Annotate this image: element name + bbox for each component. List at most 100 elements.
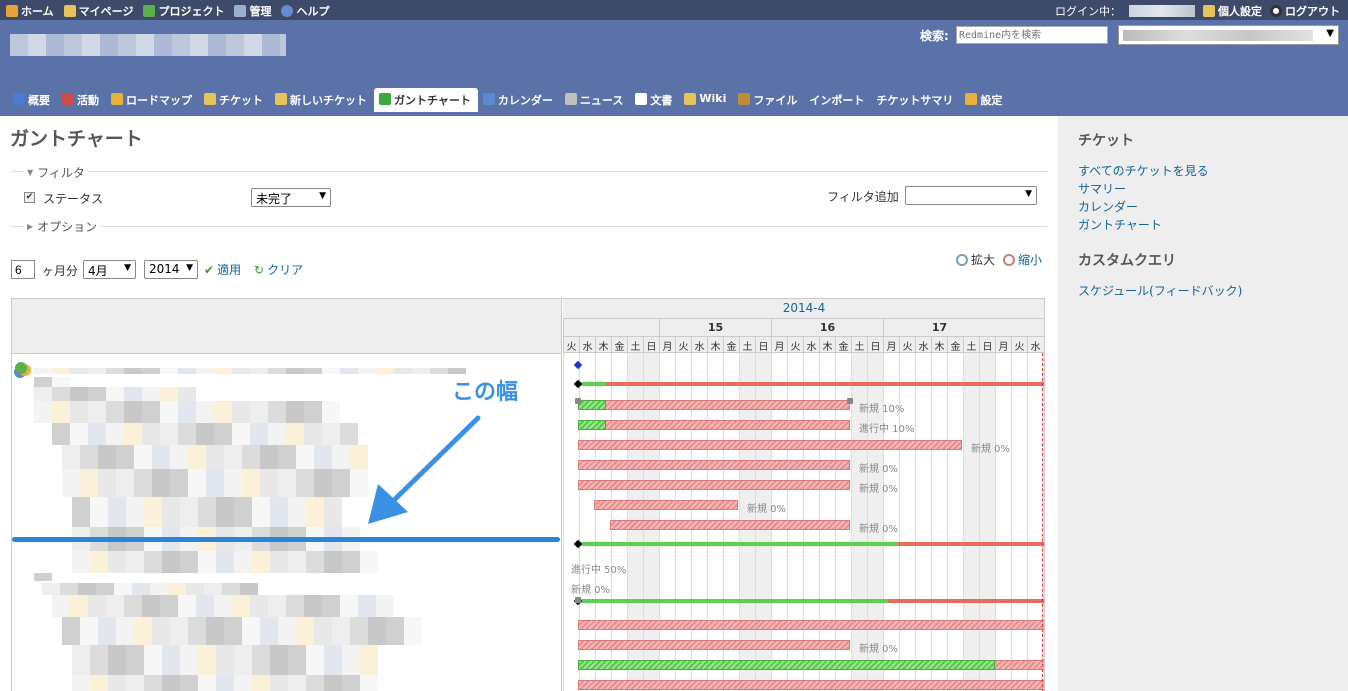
tab-info[interactable]: 概要: [8, 88, 57, 112]
tab-calendar[interactable]: カレンダー: [478, 88, 560, 112]
redacted-cell: [90, 645, 108, 675]
redacted-cell: [232, 423, 250, 445]
zoom-out-button[interactable]: 縮小: [1003, 251, 1042, 268]
redacted-cell: [260, 445, 278, 469]
redacted-cell: [286, 595, 304, 617]
gantt-issue-bar[interactable]: [578, 620, 1044, 630]
tab-ticket[interactable]: チケット: [199, 88, 270, 112]
redacted-cell: [70, 387, 88, 401]
gantt-day-label: 金: [947, 337, 963, 353]
add-filter-select[interactable]: ▼: [905, 186, 1037, 205]
gantt-issue-bar[interactable]: [610, 520, 850, 530]
redacted-cell: [98, 469, 116, 497]
tab-wiki[interactable]: Wiki: [679, 88, 733, 112]
redacted-cell: [340, 423, 358, 445]
gantt-issue-bar[interactable]: [578, 460, 850, 470]
redacted-cell: [34, 573, 52, 581]
redacted-cell: [288, 551, 306, 573]
gantt-version-bar[interactable]: [578, 599, 1044, 603]
gantt-day-label: 水: [691, 337, 707, 353]
gantt-issue-bar[interactable]: [594, 500, 738, 510]
clear-button[interactable]: ↻ クリア: [254, 261, 303, 278]
projects-link[interactable]: プロジェクト: [143, 3, 224, 19]
search-input[interactable]: [956, 26, 1108, 44]
redacted-cell: [252, 497, 270, 527]
annotation-width-line: [12, 537, 560, 542]
gantt-issue-bar[interactable]: [578, 640, 850, 650]
month-select[interactable]: 4月 ▼: [83, 260, 136, 279]
gantt-version-bar[interactable]: [578, 542, 1044, 546]
apply-button[interactable]: ✔ 適用: [204, 261, 241, 278]
tab-new-ticket[interactable]: 新しいチケット: [270, 88, 374, 112]
project-jump-select[interactable]: ▼: [1118, 25, 1339, 45]
page-title: ガントチャート: [10, 128, 143, 150]
gantt-bar-label: 新規 0%: [859, 464, 899, 475]
redacted-cell: [116, 617, 134, 645]
sidebar-custom-queries-heading: カスタムクエリ: [1078, 253, 1176, 269]
gantt-day-label: 日: [643, 337, 659, 353]
status-operator-select[interactable]: 未完了 ▼: [251, 188, 331, 207]
redacted-cell: [170, 445, 188, 469]
gantt-day-label: 水: [579, 337, 595, 353]
admin-link[interactable]: 管理: [234, 3, 271, 19]
redacted-cell: [142, 387, 160, 401]
chevron-down-icon: ▼: [186, 263, 193, 273]
chevron-down-icon: ▼: [319, 191, 326, 201]
redacted-cell: [270, 551, 288, 573]
gantt-week-label: 17: [883, 319, 995, 337]
my-account-link[interactable]: 個人設定: [1203, 3, 1262, 19]
sidebar-link-gantt[interactable]: ガントチャート: [1078, 216, 1162, 233]
tab-gantt[interactable]: ガントチャート: [374, 88, 478, 112]
redacted-cell: [134, 617, 152, 645]
tab-settings[interactable]: 設定: [960, 88, 1009, 112]
logged-in-user[interactable]: [1129, 5, 1195, 17]
annotation-text: この幅: [452, 380, 519, 405]
my-page-link[interactable]: マイページ: [63, 3, 133, 19]
sidebar-link-custom-query[interactable]: スケジュール(フィードバック): [1078, 282, 1242, 299]
tab-activity[interactable]: 活動: [57, 88, 106, 112]
redacted-cell: [224, 469, 242, 497]
redacted-cell: [360, 675, 378, 691]
tab-file[interactable]: ファイル: [733, 88, 804, 112]
gantt-issue-bar[interactable]: [578, 420, 850, 430]
redacted-cell: [34, 387, 52, 401]
tab-item-11[interactable]: インポート: [804, 88, 871, 112]
zoom-in-button[interactable]: 拡大: [956, 251, 995, 268]
tab-item-12[interactable]: チケットサマリ: [871, 88, 960, 112]
sidebar-link-all-issues[interactable]: すべてのチケットを見る: [1078, 162, 1209, 179]
redacted-cell: [160, 368, 178, 374]
gantt-day-label: 日: [867, 337, 883, 353]
year-select[interactable]: 2014 ▼: [144, 260, 198, 279]
redacted-cell: [360, 645, 378, 675]
gantt-issue-bar[interactable]: [578, 660, 1044, 670]
redacted-cell: [252, 675, 270, 691]
months-input[interactable]: [11, 260, 35, 279]
gantt-version-bar[interactable]: [578, 382, 1044, 386]
tab-package[interactable]: ロードマップ: [106, 88, 199, 112]
filter-legend[interactable]: ▼ フィルタ: [24, 164, 88, 181]
status-checkbox[interactable]: ✔: [24, 192, 35, 203]
gantt-issue-bar[interactable]: [578, 680, 1044, 690]
redacted-cell: [160, 387, 178, 401]
tab-document[interactable]: 文書: [630, 88, 679, 112]
gantt-issue-bar[interactable]: [578, 480, 850, 490]
redacted-cell: [70, 423, 88, 445]
logout-link[interactable]: ログアウト: [1270, 3, 1340, 19]
project-icon: [15, 362, 27, 374]
tab-news[interactable]: ニュース: [560, 88, 630, 112]
sidebar-link-summary[interactable]: サマリー: [1078, 180, 1126, 197]
redacted-cell: [278, 445, 296, 469]
redacted-cell: [124, 368, 142, 374]
sidebar-link-calendar[interactable]: カレンダー: [1078, 198, 1138, 215]
redacted-cell: [332, 445, 350, 469]
tab-label: 概要: [28, 94, 50, 107]
redacted-cell: [296, 617, 314, 645]
gantt-issue-bar[interactable]: [578, 400, 850, 410]
help-link[interactable]: ヘルプ: [281, 3, 329, 19]
tab-label: ニュース: [579, 94, 624, 107]
triangle-down-icon: ▼: [27, 168, 34, 177]
gantt-issue-bar[interactable]: [578, 440, 962, 450]
main-menu: 概要 活動 ロードマップ チケット 新しいチケット ガントチャート カレンダー ニュース 文書 W…: [8, 88, 1009, 112]
options-legend[interactable]: ▶ オプション: [24, 218, 101, 235]
home-link[interactable]: ホーム: [6, 3, 54, 19]
